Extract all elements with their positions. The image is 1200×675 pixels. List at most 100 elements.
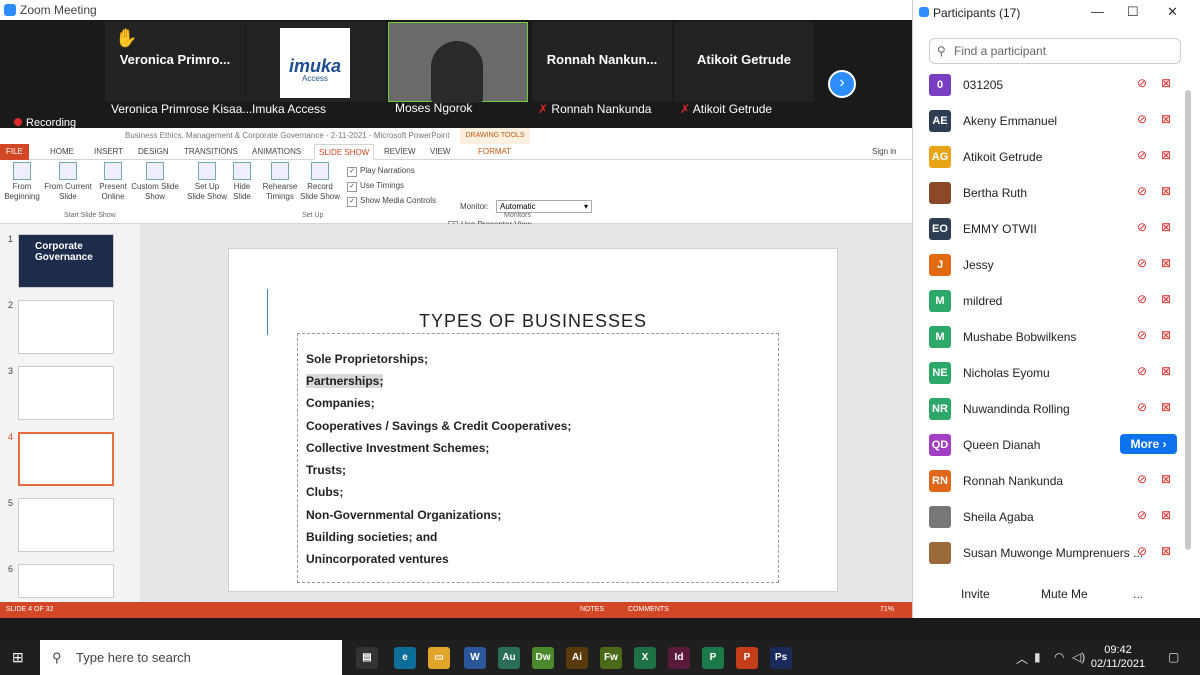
task-view-icon[interactable]: ▤ — [356, 647, 378, 669]
video-off-icon[interactable]: ⊠ — [1161, 400, 1171, 414]
participant-row[interactable]: NE Nicholas Eyomu ⊘ ⊠ — [913, 356, 1189, 392]
muted-mic-icon[interactable]: ⊘ — [1137, 76, 1147, 90]
video-off-icon[interactable]: ⊠ — [1161, 256, 1171, 270]
pinned-app-icon[interactable]: Fw — [600, 647, 622, 669]
muted-mic-icon[interactable]: ⊘ — [1137, 472, 1147, 486]
pinned-app-icon[interactable]: Ai — [566, 647, 588, 669]
setup-slideshow-button[interactable]: Set Up Slide Show — [186, 162, 228, 202]
participant-search-input[interactable]: ⚲ Find a participant — [929, 38, 1181, 64]
content-textbox[interactable]: Sole Proprietorships; Partnerships; Comp… — [297, 333, 779, 583]
muted-mic-icon[interactable]: ⊘ — [1137, 328, 1147, 342]
use-timings-checkbox[interactable]: Use Timings — [347, 181, 404, 192]
video-off-icon[interactable]: ⊠ — [1161, 76, 1171, 90]
tab-animations[interactable]: ANIMATIONS — [252, 144, 301, 160]
participant-row[interactable]: EO EMMY OTWII ⊘ ⊠ — [913, 212, 1189, 248]
video-off-icon[interactable]: ⊠ — [1161, 508, 1171, 522]
invite-button[interactable]: Invite — [953, 582, 998, 606]
taskbar-search-input[interactable]: ⚲ Type here to search — [40, 640, 342, 675]
participant-row[interactable]: Susan Muwonge Mumprenuers ... ⊘ ⊠ — [913, 536, 1189, 572]
sign-in-link[interactable]: Sign in — [872, 144, 896, 160]
video-tile-moses[interactable]: Moses Ngorok — [388, 22, 528, 115]
volume-icon[interactable]: ◁) — [1072, 650, 1085, 664]
tab-insert[interactable]: INSERT — [94, 144, 123, 160]
muted-mic-icon[interactable]: ⊘ — [1137, 184, 1147, 198]
muted-mic-icon[interactable]: ⊘ — [1137, 148, 1147, 162]
play-narrations-checkbox[interactable]: Play Narrations — [347, 166, 415, 177]
from-beginning-button[interactable]: From Beginning — [4, 162, 40, 202]
current-slide[interactable]: TYPES OF BUSINESSES Sole Proprietorships… — [228, 248, 838, 592]
tab-file[interactable]: FILE — [0, 144, 29, 160]
pinned-app-icon[interactable]: Ps — [770, 647, 792, 669]
pinned-app-icon[interactable]: Id — [668, 647, 690, 669]
video-off-icon[interactable]: ⊠ — [1161, 220, 1171, 234]
video-off-icon[interactable]: ⊠ — [1161, 292, 1171, 306]
muted-mic-icon[interactable]: ⊘ — [1137, 256, 1147, 270]
participant-row[interactable]: QD Queen Dianah More › — [913, 428, 1189, 464]
video-tile-atikoit[interactable]: Atikoit Getrude ✗ Atikoit Getrude — [674, 22, 814, 116]
tab-home[interactable]: HOME — [50, 144, 74, 160]
from-current-button[interactable]: From Current Slide — [44, 162, 92, 202]
word-icon[interactable]: W — [464, 647, 486, 669]
muted-mic-icon[interactable]: ⊘ — [1137, 544, 1147, 558]
edge-browser-icon[interactable]: e — [394, 647, 416, 669]
pinned-app-icon[interactable]: X — [634, 647, 656, 669]
slide-title[interactable]: TYPES OF BUSINESSES — [229, 311, 837, 332]
participant-row[interactable]: AE Akeny Emmanuel ⊘ ⊠ — [913, 104, 1189, 140]
participant-row[interactable]: J Jessy ⊘ ⊠ — [913, 248, 1189, 284]
pinned-app-icon[interactable]: P — [736, 647, 758, 669]
notes-button[interactable]: NOTES — [580, 602, 604, 618]
participant-row[interactable]: Sheila Agaba ⊘ ⊠ — [913, 500, 1189, 536]
muted-mic-icon[interactable]: ⊘ — [1137, 220, 1147, 234]
windows-start-icon[interactable]: ⊞ — [12, 649, 28, 665]
participant-row[interactable]: M Mushabe Bobwilkens ⊘ ⊠ — [913, 320, 1189, 356]
slide-thumb-1[interactable]: Corporate Governance — [18, 234, 114, 288]
more-button[interactable]: More › — [1120, 434, 1177, 454]
present-online-button[interactable]: Present Online — [98, 162, 128, 202]
video-off-icon[interactable]: ⊠ — [1161, 364, 1171, 378]
comments-button[interactable]: COMMENTS — [628, 602, 669, 618]
video-off-icon[interactable]: ⊠ — [1161, 184, 1171, 198]
muted-mic-icon[interactable]: ⊘ — [1137, 508, 1147, 522]
pinned-app-icon[interactable]: Dw — [532, 647, 554, 669]
video-tile-ronnah[interactable]: Ronnah Nankun... ✗ Ronnah Nankunda — [532, 22, 672, 116]
muted-mic-icon[interactable]: ⊘ — [1137, 112, 1147, 126]
next-page-button[interactable]: › — [828, 70, 856, 98]
muted-mic-icon[interactable]: ⊘ — [1137, 292, 1147, 306]
video-off-icon[interactable]: ⊠ — [1161, 328, 1171, 342]
tab-review[interactable]: REVIEW — [384, 144, 416, 160]
participant-row[interactable]: Mmildred ⊘ ⊠ — [913, 284, 1189, 320]
more-options-button[interactable]: ... — [1125, 582, 1151, 606]
close-icon[interactable]: ✕ — [1167, 4, 1178, 20]
participant-row[interactable]: Bertha Ruth ⊘ ⊠ — [913, 176, 1189, 212]
participant-row[interactable]: AG Atikoit Getrude ⊘ ⊠ — [913, 140, 1189, 176]
tab-format[interactable]: FORMAT — [478, 144, 511, 160]
participant-row[interactable]: RN Ronnah Nankunda ⊘ ⊠ — [913, 464, 1189, 500]
maximize-icon[interactable]: ☐ — [1127, 4, 1139, 20]
minimize-icon[interactable]: — — [1091, 4, 1104, 19]
tab-view[interactable]: VIEW — [430, 144, 450, 160]
tab-design[interactable]: DESIGN — [138, 144, 169, 160]
custom-show-button[interactable]: Custom Slide Show — [130, 162, 180, 202]
video-tile-imuka[interactable]: imuka Access Imuka Access — [246, 22, 386, 116]
file-explorer-icon[interactable]: ▭ — [428, 647, 450, 669]
rehearse-button[interactable]: Rehearse Timings — [260, 162, 300, 202]
video-off-icon[interactable]: ⊠ — [1161, 148, 1171, 162]
video-off-icon[interactable]: ⊠ — [1161, 112, 1171, 126]
notifications-icon[interactable]: ▢ — [1168, 650, 1179, 664]
mute-me-button[interactable]: Mute Me — [1033, 582, 1096, 606]
video-off-icon[interactable]: ⊠ — [1161, 544, 1171, 558]
chevron-up-icon[interactable]: ︿ — [1016, 650, 1028, 667]
pinned-app-icon[interactable]: P — [702, 647, 724, 669]
muted-mic-icon[interactable]: ⊘ — [1137, 364, 1147, 378]
tab-transitions[interactable]: TRANSITIONS — [184, 144, 238, 160]
participant-scrollbar[interactable] — [1185, 90, 1191, 550]
slide-thumb-5[interactable] — [18, 498, 114, 552]
muted-mic-icon[interactable]: ⊘ — [1137, 400, 1147, 414]
tab-slide-show[interactable]: SLIDE SHOW — [314, 144, 375, 160]
participant-row[interactable]: NR Nuwandinda Rolling ⊘ ⊠ — [913, 392, 1189, 428]
video-off-icon[interactable]: ⊠ — [1161, 472, 1171, 486]
slide-thumb-2[interactable] — [18, 300, 114, 354]
hide-slide-button[interactable]: Hide Slide — [230, 162, 254, 202]
wifi-icon[interactable]: ◠ — [1054, 650, 1064, 664]
taskbar-clock[interactable]: 09:42 02/11/2021 — [1088, 643, 1148, 671]
